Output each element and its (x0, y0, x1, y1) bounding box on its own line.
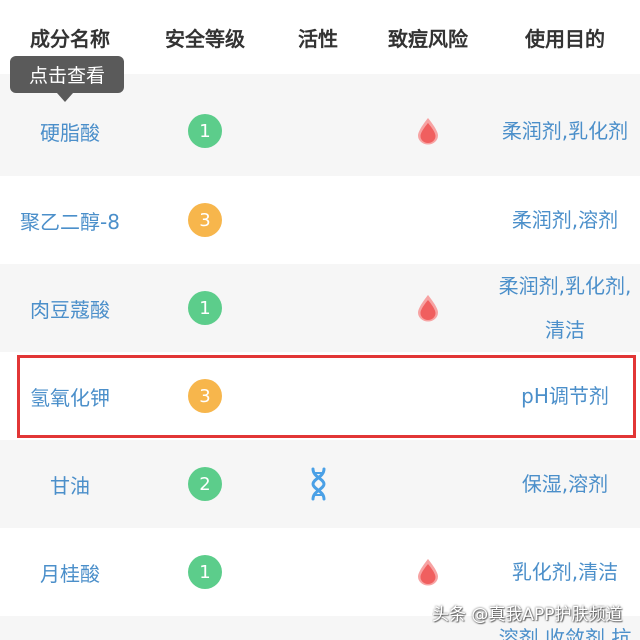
dna-icon (311, 467, 326, 501)
ingredient-name[interactable]: 肉豆蔻酸 (30, 294, 110, 323)
acne-risk-cell (366, 440, 490, 528)
purpose-text: 保湿,溶剂 (521, 472, 609, 496)
safety-cell (140, 616, 270, 640)
safety-badge: 1 (188, 114, 222, 148)
activity-cell (270, 86, 366, 176)
column-header-acne-risk: 致痘风险 (388, 26, 468, 51)
purpose-cell: 柔润剂,溶剂 (490, 176, 640, 264)
purpose-text: 清洁 (545, 318, 585, 342)
tooltip-arrow (57, 93, 73, 102)
column-header-ingredient-name: 成分名称 (30, 26, 110, 51)
watermark: 头条 @真我APP护肤频道 (432, 605, 623, 625)
ingredient-name[interactable]: 月桂酸 (40, 558, 100, 587)
acne-risk-cell (366, 352, 490, 440)
acne-risk-cell (366, 176, 490, 264)
ingredient-name[interactable]: 甘油 (50, 470, 90, 499)
activity-cell (270, 352, 366, 440)
drop-icon (418, 559, 438, 586)
safety-badge: 3 (188, 379, 222, 413)
table-row[interactable]: 甘油 2 保湿,溶剂 (0, 440, 640, 528)
click-to-view-tooltip: 点击查看 (10, 56, 124, 93)
drop-icon (418, 118, 438, 145)
purpose-text: 柔润剂,乳化剂 (501, 119, 629, 143)
activity-cell (270, 528, 366, 616)
name-cell (0, 616, 140, 640)
purpose-cell: 保湿,溶剂 (490, 440, 640, 528)
table-row[interactable]: 氢氧化钾 3 pH调节剂 (0, 352, 640, 440)
safety-badge: 1 (188, 555, 222, 589)
activity-cell (270, 616, 366, 640)
safety-badge: 3 (188, 203, 222, 237)
column-header-purpose: 使用目的 (525, 26, 605, 51)
drop-icon (418, 295, 438, 322)
acne-risk-cell (366, 86, 490, 176)
purpose-cell: 柔润剂,乳化剂, 清洁 (490, 264, 640, 352)
purpose-cell: pH调节剂 (490, 352, 640, 440)
table-row[interactable]: 肉豆蔻酸 1 柔润剂,乳化剂, 清洁 (0, 264, 640, 352)
safety-badge: 2 (188, 467, 222, 501)
safety-badge: 1 (188, 291, 222, 325)
purpose-text: 乳化剂,清洁 (511, 560, 619, 584)
activity-cell (270, 440, 366, 528)
purpose-text: 柔润剂,乳化剂, (498, 274, 632, 298)
purpose-cell: 柔润剂,乳化剂 (490, 86, 640, 176)
ingredient-name[interactable]: 氢氧化钾 (30, 382, 110, 411)
ingredient-name[interactable]: 硬脂酸 (40, 117, 100, 146)
activity-cell (270, 264, 366, 352)
column-header-activity: 活性 (298, 26, 338, 51)
activity-cell (270, 176, 366, 264)
purpose-text: pH调节剂 (521, 384, 609, 408)
column-header-safety-level: 安全等级 (165, 26, 245, 51)
ingredient-name[interactable]: 聚乙二醇-8 (20, 206, 120, 235)
table-row[interactable]: 聚乙二醇-8 3 柔润剂,溶剂 (0, 176, 640, 264)
acne-risk-cell (366, 264, 490, 352)
purpose-text: 柔润剂,溶剂 (511, 208, 619, 232)
ingredient-table: 成分名称 安全等级 活性 致痘风险 使用目的 硬脂酸 1 柔润剂,乳化剂 聚乙二… (0, 0, 640, 640)
